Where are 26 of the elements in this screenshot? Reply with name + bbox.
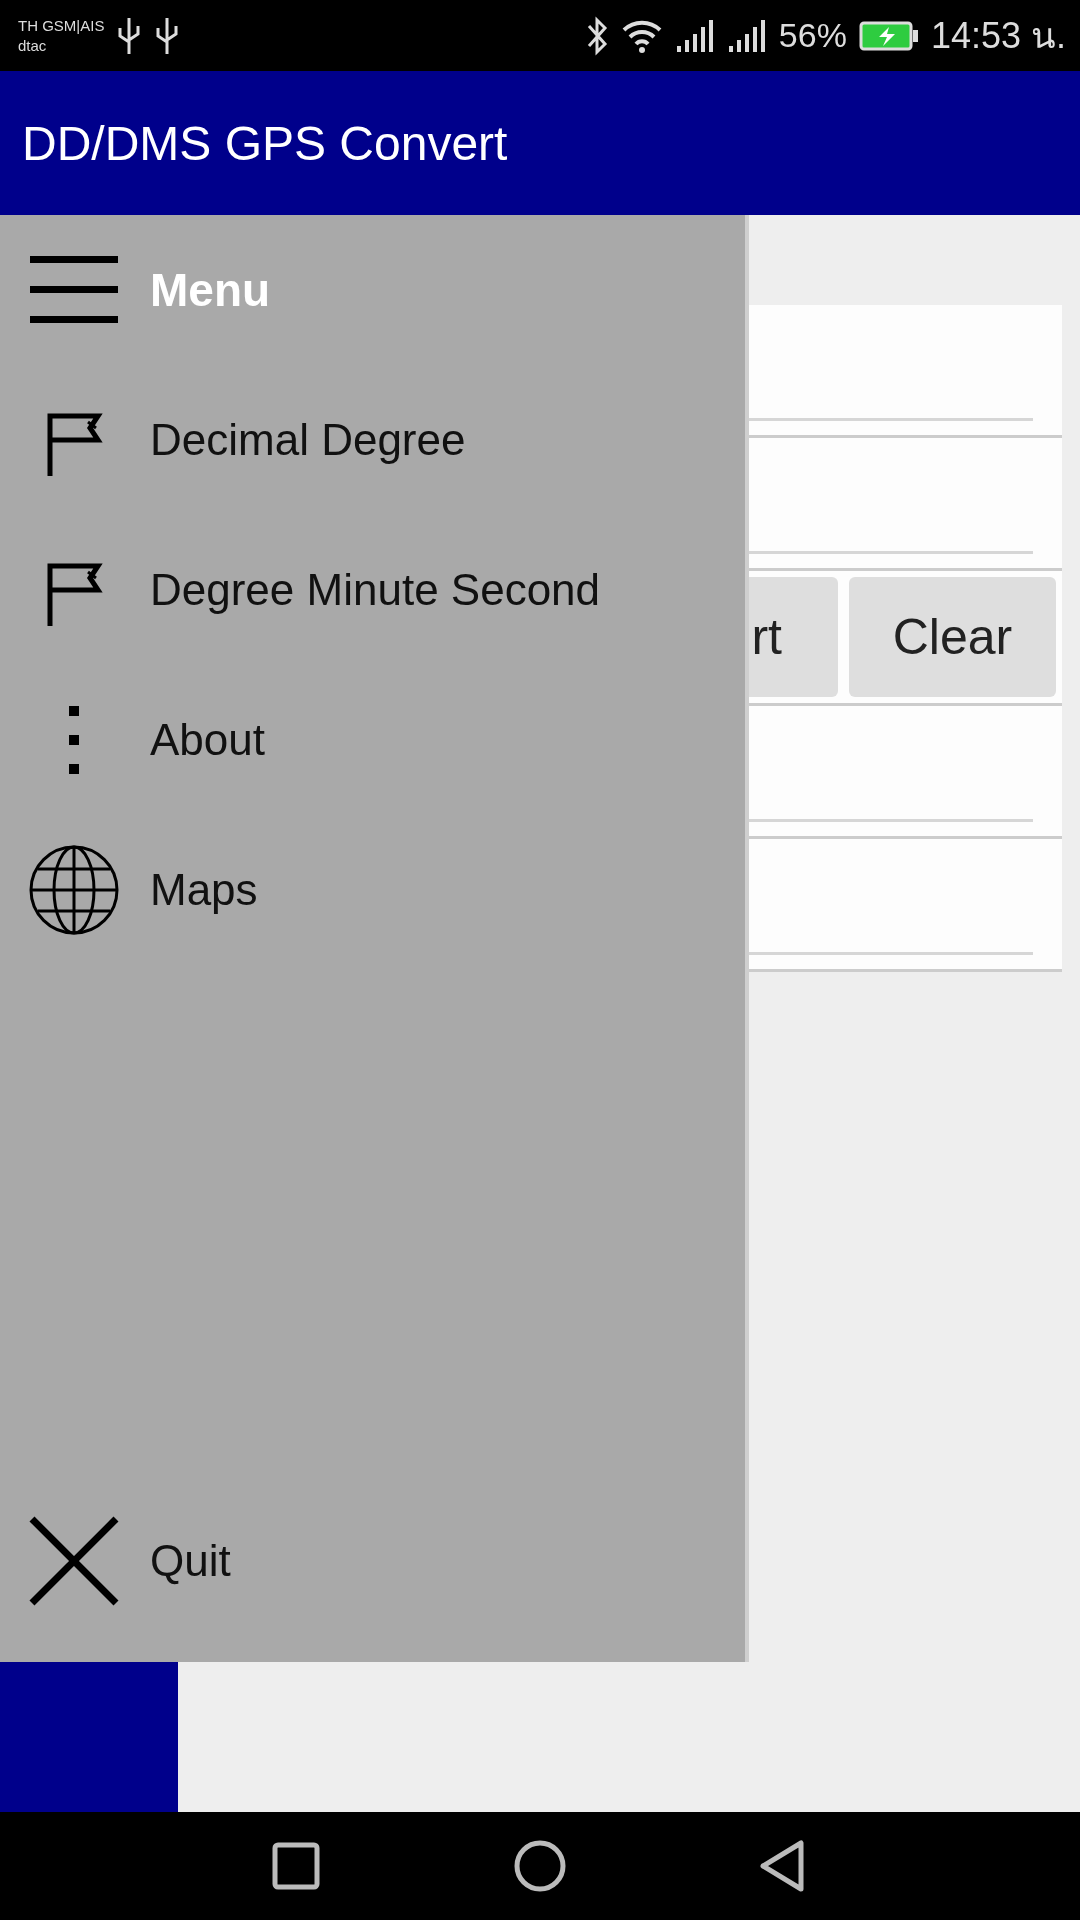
- signal-icon: [726, 17, 767, 54]
- input-field[interactable]: [749, 305, 1062, 438]
- menu-item[interactable]: Maps: [150, 865, 258, 915]
- clock: 14:53 น.: [930, 14, 1066, 58]
- menu-item[interactable]: About: [150, 715, 265, 765]
- home-icon[interactable]: [513, 1839, 567, 1893]
- menu-item[interactable]: Decimal Degree: [150, 415, 466, 465]
- output-field[interactable]: [749, 839, 1062, 972]
- drawer-heading: Menu: [150, 263, 271, 317]
- usb-icon: [154, 15, 181, 56]
- battery-percent: 56%: [778, 16, 847, 55]
- convert-button[interactable]: rt: [749, 577, 838, 697]
- carrier-name: TH GSM|AIS: [18, 15, 105, 36]
- output-field[interactable]: [749, 706, 1062, 839]
- battery-icon: [858, 20, 919, 51]
- close-icon: [28, 1515, 120, 1607]
- menu-item[interactable]: Quit: [150, 1536, 231, 1586]
- usb-icon: [116, 15, 143, 56]
- input-field[interactable]: [749, 438, 1062, 571]
- signal-icon: [674, 17, 715, 54]
- carrier-name: dtac: [18, 35, 48, 56]
- app-title: DD/DMS GPS Convert: [22, 115, 508, 171]
- globe-icon: [28, 844, 120, 936]
- menu-item[interactable]: Degree Minute Second: [150, 565, 601, 615]
- clear-button[interactable]: Clear: [849, 577, 1056, 697]
- more-icon: [69, 706, 79, 774]
